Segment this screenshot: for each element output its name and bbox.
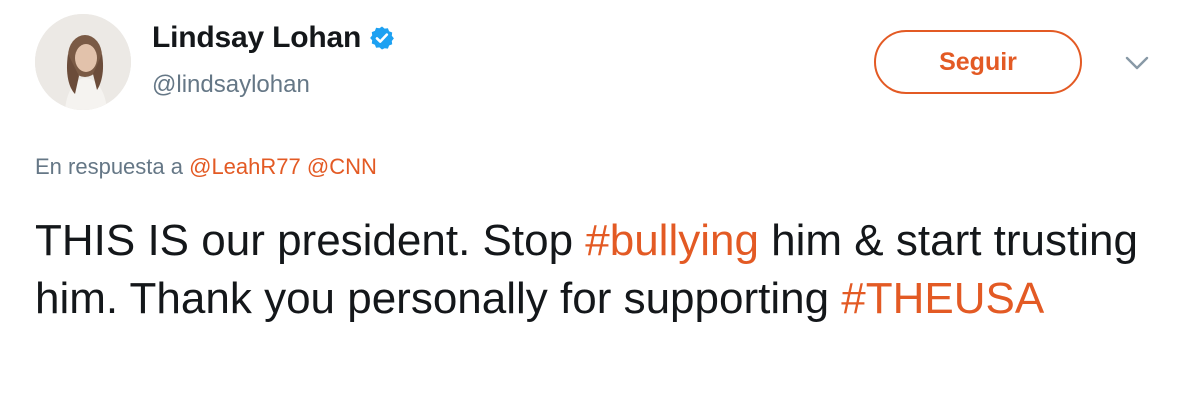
follow-button[interactable]: Seguir <box>874 30 1082 94</box>
avatar[interactable] <box>35 14 131 110</box>
hashtag-bullying[interactable]: #bullying <box>585 216 759 265</box>
author-handle[interactable]: @lindsaylohan <box>152 70 310 100</box>
verified-badge-icon <box>369 25 395 51</box>
reply-context: En respuesta a @LeahR77 @CNN <box>35 153 377 181</box>
hashtag-theusa[interactable]: #THEUSA <box>841 274 1044 323</box>
author-display-name[interactable]: Lindsay Lohan <box>152 20 361 56</box>
reply-mention-cnn[interactable]: @CNN <box>307 154 377 179</box>
tweet-text: THIS IS our president. Stop #bullying hi… <box>35 212 1175 328</box>
tweet-text-segment: THIS IS our president. Stop <box>35 216 586 265</box>
chevron-down-icon[interactable] <box>1122 52 1152 74</box>
tweet-card: Lindsay Lohan @lindsaylohan Seguir En re… <box>0 0 1200 412</box>
reply-prefix: En respuesta a <box>35 154 183 179</box>
author-name-row[interactable]: Lindsay Lohan <box>152 20 395 56</box>
reply-mention-leahr77[interactable]: @LeahR77 <box>189 154 301 179</box>
